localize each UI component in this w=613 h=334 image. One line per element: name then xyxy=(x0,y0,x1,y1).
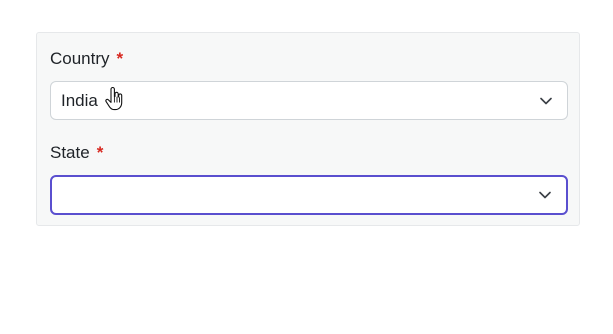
country-required-marker: * xyxy=(116,49,124,68)
country-label: Country * xyxy=(50,48,123,70)
state-required-marker: * xyxy=(96,143,104,162)
country-label-text: Country xyxy=(50,49,110,68)
country-select-value: India xyxy=(61,90,98,110)
location-form-panel: Country * India State * xyxy=(36,32,580,226)
state-label: State * xyxy=(50,142,103,164)
state-label-text: State xyxy=(50,143,90,162)
chevron-down-icon xyxy=(538,188,552,202)
country-select[interactable]: India xyxy=(50,81,568,120)
state-select[interactable] xyxy=(50,175,568,215)
chevron-down-icon xyxy=(539,94,553,108)
